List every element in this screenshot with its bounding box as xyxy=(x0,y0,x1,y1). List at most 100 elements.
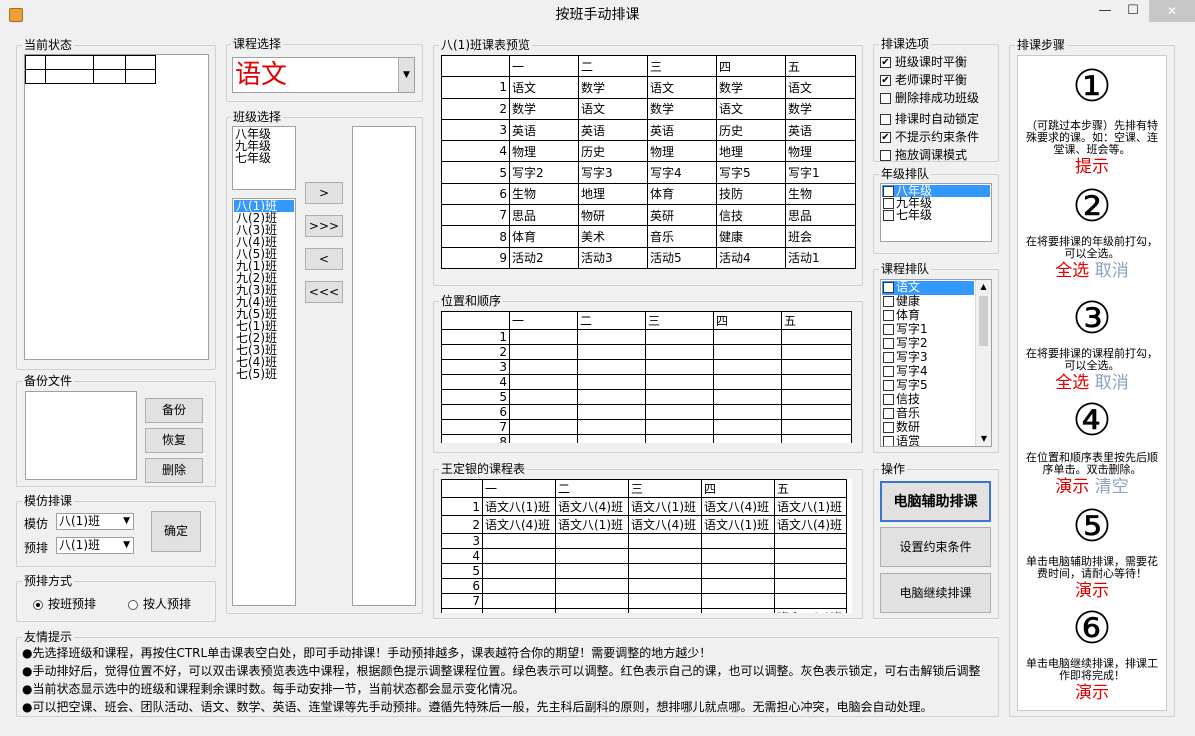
table-row[interactable]: 7 xyxy=(441,419,852,435)
table-cell[interactable]: 数学 xyxy=(785,97,856,120)
table-cell[interactable]: 美术 xyxy=(578,225,648,248)
table-cell[interactable] xyxy=(781,419,852,435)
select-all-grades-link[interactable]: 全选 xyxy=(1055,261,1089,281)
table-cell[interactable]: 写字2 xyxy=(509,161,579,184)
continue-schedule-button[interactable]: 电脑继续排课 xyxy=(880,573,991,613)
table-header-cell[interactable]: 三 xyxy=(645,311,714,330)
table-cell[interactable] xyxy=(509,374,578,390)
table-cell[interactable]: 语文八(1)班 xyxy=(628,497,702,516)
table-row[interactable]: 1 语文八(1)班 语文八(4)班 语文八(1)班 语文八(4)班 语文八(1)班 xyxy=(441,497,847,516)
table-cell[interactable] xyxy=(781,389,852,405)
table-cell[interactable]: 物理 xyxy=(509,140,579,163)
table-cell[interactable] xyxy=(482,533,556,549)
table-cell[interactable] xyxy=(781,329,852,345)
course-queue-item[interactable]: 体育 xyxy=(882,309,990,323)
table-cell[interactable] xyxy=(555,608,629,613)
table-cell[interactable] xyxy=(555,548,629,564)
table-cell[interactable]: 写字1 xyxy=(785,161,856,184)
option-class-balance[interactable]: ✔ 班级课时平衡 xyxy=(880,53,998,71)
checkbox-icon[interactable] xyxy=(883,210,894,221)
table-header-cell[interactable]: 一 xyxy=(509,54,579,78)
table-cell[interactable] xyxy=(577,344,646,360)
table-cell[interactable]: 体育 xyxy=(647,182,717,206)
table-cell[interactable] xyxy=(781,434,852,443)
table-header-corner[interactable] xyxy=(441,311,510,330)
table-cell[interactable]: 英语 xyxy=(785,118,856,142)
table-cell[interactable] xyxy=(509,389,578,405)
table-cell[interactable]: 历史 xyxy=(716,118,786,142)
table-cell[interactable]: 数学 xyxy=(716,76,786,99)
table-cell[interactable] xyxy=(628,533,702,549)
minimize-icon[interactable]: — xyxy=(1090,0,1120,22)
table-cell[interactable]: 思品 xyxy=(509,204,579,227)
teacher-table[interactable]: 一二三四五 1 语文八(1)班 语文八(4)班 语文八(1)班 语文八(4)班 语文八(1)… xyxy=(441,479,852,613)
checkbox-icon[interactable] xyxy=(883,296,894,307)
table-row[interactable]: 2 数学 语文 数学 语文 数学 xyxy=(441,97,856,120)
remove-class-button[interactable]: < xyxy=(305,248,343,270)
table-cell[interactable]: 语文八(4)班 xyxy=(482,515,556,534)
table-cell[interactable]: 活动4 xyxy=(716,246,786,269)
table-cell[interactable] xyxy=(781,344,852,360)
table-cell[interactable] xyxy=(628,563,702,579)
checkbox-icon[interactable]: ✔ xyxy=(880,57,891,68)
course-queue-item[interactable]: 健康 xyxy=(882,295,990,309)
table-cell[interactable] xyxy=(555,563,629,579)
grade-queue-list[interactable]: 八年级 九年级 七年级 xyxy=(880,183,992,242)
course-queue-item[interactable]: 语赏 xyxy=(882,435,990,446)
radio-by-person[interactable]: 按人预排 xyxy=(128,597,191,611)
table-cell[interactable] xyxy=(645,374,714,390)
table-cell[interactable] xyxy=(509,329,578,345)
table-cell[interactable]: 音乐 xyxy=(647,225,717,248)
chevron-down-icon[interactable]: ▼ xyxy=(398,58,414,92)
selected-class-list[interactable] xyxy=(352,126,416,606)
table-cell[interactable]: 英语 xyxy=(578,118,648,142)
table-cell[interactable]: 语文八(1)班 xyxy=(701,515,775,534)
table-row[interactable]: 4 xyxy=(441,548,847,564)
constraint-button[interactable]: 设置约束条件 xyxy=(880,527,991,567)
table-row[interactable]: 5 xyxy=(441,389,852,405)
table-cell[interactable]: 英语 xyxy=(509,118,579,142)
add-class-button[interactable]: > xyxy=(305,182,343,204)
table-cell[interactable] xyxy=(781,374,852,390)
table-cell[interactable]: 语文八(1)班 xyxy=(774,497,847,516)
table-cell[interactable] xyxy=(701,548,775,564)
table-cell[interactable] xyxy=(645,419,714,435)
table-cell[interactable] xyxy=(713,389,782,405)
course-queue-item[interactable]: 音乐 xyxy=(882,407,990,421)
hint-link[interactable]: 提示 xyxy=(1075,157,1109,177)
table-row[interactable]: 1 语文 数学 语文 数学 语文 xyxy=(441,76,856,99)
checkbox-icon[interactable] xyxy=(883,198,894,209)
checkbox-icon[interactable] xyxy=(883,186,894,197)
table-cell[interactable]: 物理 xyxy=(785,140,856,163)
table-row[interactable]: 8 xyxy=(441,434,852,443)
table-cell[interactable] xyxy=(509,344,578,360)
checkbox-icon[interactable] xyxy=(883,310,894,321)
table-cell[interactable]: 地理 xyxy=(578,182,648,206)
table-cell[interactable] xyxy=(628,578,702,594)
table-row[interactable]: 2 xyxy=(441,344,852,360)
table-row[interactable]: 4 物理 历史 物理 地理 物理 xyxy=(441,140,856,163)
restore-button[interactable]: 恢复 xyxy=(145,428,203,453)
backup-list[interactable] xyxy=(25,391,137,480)
course-queue-scrollbar[interactable]: ▲ ▼ xyxy=(975,280,991,446)
table-cell[interactable] xyxy=(701,563,775,579)
table-cell[interactable]: 生物 xyxy=(785,182,856,206)
table-cell[interactable] xyxy=(577,434,646,443)
list-item[interactable]: 七年级 xyxy=(235,152,293,164)
table-row[interactable]: 3 xyxy=(441,533,847,549)
confirm-button[interactable]: 确定 xyxy=(151,511,201,552)
table-cell[interactable] xyxy=(509,359,578,375)
table-cell[interactable]: 语文 xyxy=(716,97,786,120)
table-cell[interactable] xyxy=(509,404,578,420)
table-cell[interactable] xyxy=(577,389,646,405)
remove-all-classes-button[interactable]: <<< xyxy=(305,281,343,303)
checkbox-icon[interactable] xyxy=(883,282,894,293)
close-icon[interactable]: ✕ xyxy=(1149,0,1195,22)
table-header-cell[interactable]: 三 xyxy=(647,54,717,78)
table-cell[interactable] xyxy=(781,359,852,375)
table-cell[interactable]: 地理 xyxy=(716,140,786,163)
course-queue-item[interactable]: 写字1 xyxy=(882,323,990,337)
table-cell[interactable]: 语文八(4)班 xyxy=(701,497,775,516)
table-cell[interactable] xyxy=(482,548,556,564)
table-header-cell[interactable]: 二 xyxy=(555,479,629,498)
